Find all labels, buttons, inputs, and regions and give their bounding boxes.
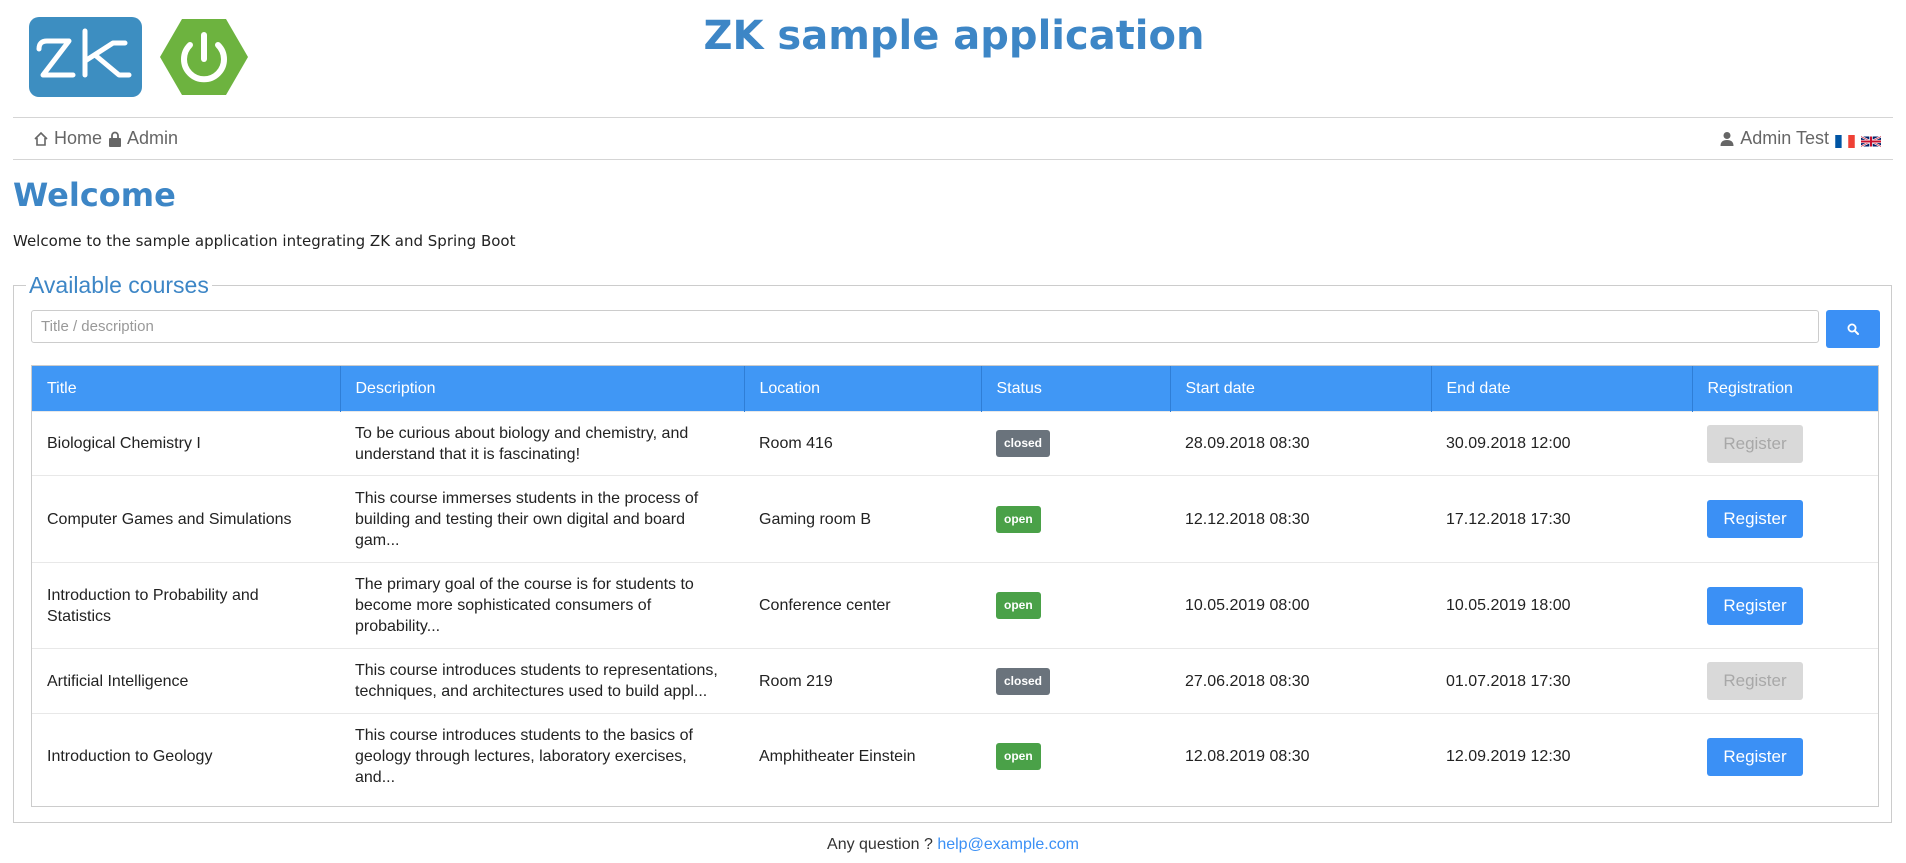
course-end-date: 17.12.2018 17:30 [1431,475,1692,563]
course-description: This course immerses students in the pro… [340,475,744,563]
course-end-date: 12.09.2019 12:30 [1431,713,1692,800]
course-end-date: 01.07.2018 17:30 [1431,648,1692,714]
course-description: This course introduces students to the b… [340,713,744,800]
course-registration-cell: Register [1692,713,1878,800]
course-end-date: 10.05.2019 18:00 [1431,562,1692,649]
course-start-date: 27.06.2018 08:30 [1170,648,1431,714]
course-start-date: 10.05.2019 08:00 [1170,562,1431,649]
course-status-cell: closed [981,411,1170,476]
header-row: Title Description Location Status Start … [32,366,1878,412]
user-name[interactable]: Admin Test [1740,128,1829,149]
header: ZK sample application [0,0,1906,117]
status-badge: open [996,505,1041,533]
nav-right: Admin Test [1720,118,1882,159]
course-location: Amphitheater Einstein [744,713,981,800]
table-row[interactable]: Biological Chemistry I To be curious abou… [32,411,1878,476]
course-description: This course introduces students to repre… [340,648,744,714]
flag-fr-icon[interactable] [1835,132,1855,148]
course-location: Conference center [744,562,981,649]
course-location: Room 416 [744,411,981,476]
course-start-date: 12.12.2018 08:30 [1170,475,1431,563]
search-icon [1847,323,1859,335]
register-button[interactable]: Register [1707,737,1803,776]
table-row[interactable]: Computer Games and Simulations This cours… [32,475,1878,563]
course-description: The primary goal of the course is for st… [340,562,744,649]
course-start-date: 12.08.2019 08:30 [1170,713,1431,800]
flag-uk-icon[interactable] [1860,132,1882,148]
nav-admin-link[interactable]: Admin [108,128,178,149]
help-email-link[interactable]: help@example.com [937,836,1079,853]
app-title: ZK sample application [703,13,1205,59]
course-registration-cell: Register [1692,562,1878,649]
course-rows: Biological Chemistry I To be curious abou… [32,411,1878,800]
status-badge: open [996,743,1041,771]
navbar: Home Admin Admin Test [13,117,1893,160]
register-button[interactable]: Register [1707,586,1803,625]
course-registration-cell: Register [1692,475,1878,563]
column-header-title[interactable]: Title [32,366,341,412]
column-header-description[interactable]: Description [340,366,745,412]
nav-home-link[interactable]: Home [33,128,102,149]
status-badge: closed [996,667,1051,695]
table-row[interactable]: Introduction to Geology This course intro… [32,713,1878,800]
column-header-start-date[interactable]: Start date [1170,366,1432,412]
course-location: Room 219 [744,648,981,714]
course-status-cell: open [981,713,1170,800]
table-row[interactable]: Introduction to Probability and Statisti… [32,562,1878,649]
course-start-date: 28.09.2018 08:30 [1170,411,1431,476]
courses-table: Title Description Location Status Start … [32,366,1878,800]
course-description: To be curious about biology and chemistr… [340,411,744,476]
footer: Any question ? help@example.com [0,836,1906,854]
courses-fieldset: Available courses Title Description Loca… [13,272,1892,823]
courses-legend: Available courses [26,272,212,299]
nav-admin-label: Admin [127,128,179,148]
course-title: Artificial Intelligence [32,648,340,714]
lock-icon [109,131,122,147]
course-title: Introduction to Geology [32,713,340,800]
register-button[interactable]: Register [1707,662,1803,700]
column-header-end-date[interactable]: End date [1431,366,1693,412]
course-location: Gaming room B [744,475,981,563]
status-badge: open [996,592,1041,619]
status-badge: closed [996,430,1051,457]
welcome-text: Welcome to the sample application integr… [13,232,516,250]
register-button[interactable]: Register [1707,500,1803,538]
search-button[interactable] [1826,310,1880,348]
course-status-cell: open [981,562,1170,649]
nav-left: Home Admin [33,118,184,159]
user-icon [1720,131,1734,146]
register-button[interactable]: Register [1707,424,1803,463]
course-search-input[interactable] [31,310,1819,343]
column-header-registration[interactable]: Registration [1692,366,1878,412]
footer-question: Any question ? [827,836,933,853]
course-status-cell: open [981,475,1170,563]
nav-home-label: Home [54,128,103,148]
column-header-status[interactable]: Status [981,366,1171,412]
course-title: Computer Games and Simulations [32,475,340,563]
course-title: Biological Chemistry I [32,411,340,476]
course-registration-cell: Register [1692,411,1878,476]
course-title: Introduction to Probability and Statisti… [32,562,340,649]
course-status-cell: closed [981,648,1170,714]
course-registration-cell: Register [1692,648,1878,714]
table-row[interactable]: Artificial Intelligence This course intro… [32,648,1878,714]
column-header-location[interactable]: Location [744,366,982,412]
course-end-date: 30.09.2018 12:00 [1431,411,1692,476]
welcome-heading: Welcome [13,176,176,214]
home-icon [34,131,48,146]
courses-grid: Title Description Location Status Start … [31,365,1879,807]
